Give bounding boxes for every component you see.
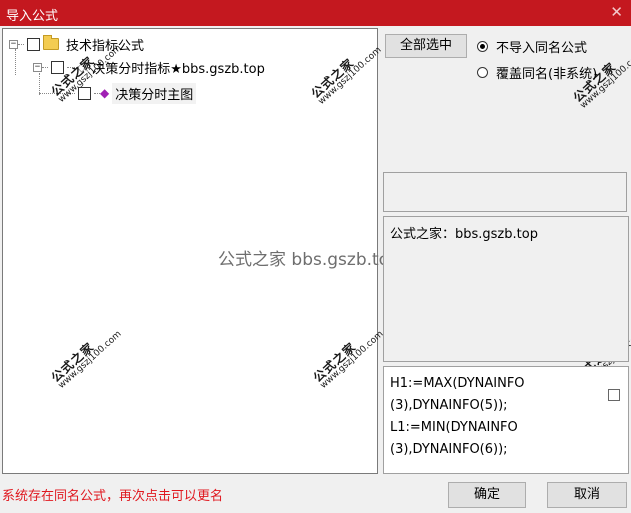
cancel-button[interactable]: 取消 bbox=[547, 482, 627, 508]
option-overwrite[interactable]: 覆盖同名(非系统) bbox=[477, 63, 597, 82]
radio-no-import[interactable] bbox=[477, 41, 488, 52]
close-icon[interactable]: ✕ bbox=[610, 3, 623, 21]
watermark-text: 公式之家 bbs.gszb.top bbox=[218, 250, 400, 270]
tree-node-checkbox[interactable] bbox=[27, 37, 40, 51]
title-bar: 导入公式 ✕ bbox=[0, 0, 631, 26]
collapse-icon[interactable]: − bbox=[9, 39, 18, 49]
formula-preview[interactable]: H1:=MAX(DYNAINFO (3),DYNAINFO(5)); L1:=M… bbox=[383, 366, 629, 474]
option-label: 覆盖同名(非系统) bbox=[496, 67, 598, 82]
name-field[interactable] bbox=[383, 172, 627, 212]
status-message: 系统存在同名公式，再次点击可以更名 bbox=[2, 489, 224, 504]
description-box: 公式之家：bbs.gszb.top bbox=[383, 216, 629, 362]
tree-node-label[interactable]: 决策分时指标★bbs.gszb.top bbox=[89, 57, 268, 78]
radio-overwrite[interactable] bbox=[477, 67, 488, 78]
collapse-icon[interactable]: − bbox=[33, 62, 42, 72]
tree-node-checkbox[interactable] bbox=[51, 60, 64, 74]
description-text: 公式之家：bbs.gszb.top bbox=[390, 227, 538, 242]
formula-text: H1:=MAX(DYNAINFO (3),DYNAINFO(5)); L1:=M… bbox=[390, 376, 525, 457]
folder-icon bbox=[43, 35, 59, 50]
formula-checkbox[interactable] bbox=[608, 389, 620, 401]
tree-node-label[interactable]: 决策分时主图 bbox=[112, 82, 197, 104]
select-all-button[interactable]: 全部选中 bbox=[385, 34, 467, 58]
option-label: 不导入同名公式 bbox=[496, 41, 588, 56]
ok-button[interactable]: 确定 bbox=[448, 482, 526, 508]
gem-icon: ◆ bbox=[100, 86, 110, 100]
window-title: 导入公式 bbox=[6, 9, 59, 24]
tree-node-root[interactable]: − 技术指标公式 bbox=[9, 34, 147, 54]
option-no-import[interactable]: 不导入同名公式 bbox=[477, 37, 587, 56]
